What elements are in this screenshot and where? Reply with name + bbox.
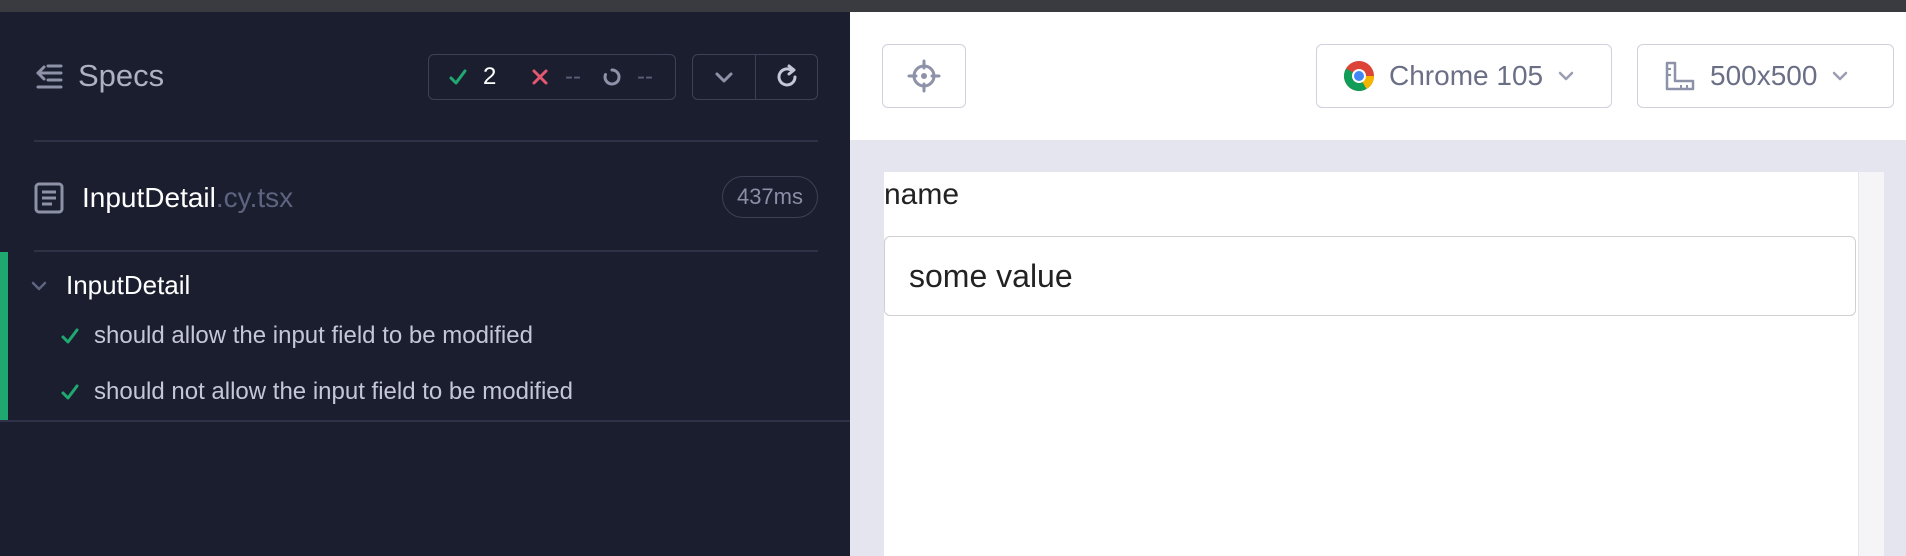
specs-label: Specs [78, 58, 165, 93]
suite-status-bar [0, 252, 8, 420]
app-preview-panel: Chrome 105 500x500 name [850, 12, 1906, 556]
reporter-panel: Specs 2 -- -- InputDetail.cy.tsx 437ms I… [0, 12, 850, 556]
specs-button[interactable]: Specs [34, 56, 164, 96]
chevron-down-icon [1558, 71, 1574, 81]
refresh-icon [777, 64, 796, 87]
chevron-down-icon [31, 281, 47, 290]
pending-icon [601, 66, 623, 88]
viewport-dropdown[interactable]: 500x500 [1637, 44, 1894, 108]
run-controls [692, 54, 818, 100]
chrome-icon [1343, 61, 1374, 92]
crosshair-icon [907, 59, 941, 93]
name-input[interactable] [884, 236, 1856, 316]
collapse-all-button[interactable] [693, 55, 755, 99]
chevron-down-icon [1833, 71, 1848, 81]
suite-title: InputDetail [66, 270, 191, 300]
failed-value: -- [565, 63, 581, 90]
app-under-test-frame: name [884, 172, 1884, 556]
passed-count: 2 [447, 63, 529, 91]
window-top-strip [0, 0, 1906, 12]
spec-file-ext: .cy.tsx [215, 182, 294, 213]
divider [34, 140, 818, 142]
test-label: should allow the input field to be modif… [94, 322, 533, 349]
pending-count: -- [601, 63, 653, 91]
check-icon [61, 328, 79, 344]
check-icon [61, 384, 79, 400]
test-row[interactable]: should not allow the input field to be m… [60, 378, 573, 406]
file-icon [34, 182, 64, 214]
spec-file-name: InputDetail.cy.tsx [82, 182, 293, 214]
rerun-button[interactable] [755, 55, 817, 99]
passed-value: 2 [483, 63, 497, 90]
spec-file-base: InputDetail [82, 182, 216, 213]
spec-file-row[interactable]: InputDetail.cy.tsx 437ms [34, 172, 818, 222]
chevron-down-icon [715, 72, 733, 83]
duration-badge: 437ms [721, 176, 818, 218]
failed-count: -- [529, 63, 601, 91]
frame-scrollbar[interactable] [1858, 172, 1884, 556]
viewport-label: 500x500 [1710, 60, 1818, 91]
test-stats: 2 -- -- [428, 54, 676, 100]
browser-label: Chrome 105 [1389, 60, 1544, 91]
divider [0, 420, 850, 422]
pending-value: -- [637, 63, 653, 90]
check-icon [447, 66, 469, 88]
field-label: name [884, 178, 960, 211]
ruler-icon [1665, 61, 1695, 91]
test-label: should not allow the input field to be m… [94, 378, 573, 405]
specs-list-icon [36, 64, 63, 89]
browser-dropdown[interactable]: Chrome 105 [1316, 44, 1612, 108]
test-suite: InputDetail should allow the input field… [0, 252, 850, 422]
test-row[interactable]: should allow the input field to be modif… [60, 322, 533, 350]
suite-title-row[interactable]: InputDetail [30, 270, 190, 301]
app-header: Chrome 105 500x500 [850, 12, 1906, 140]
selector-playground-button[interactable] [882, 44, 966, 108]
reporter-header: Specs 2 -- -- [0, 12, 850, 140]
x-icon [529, 66, 551, 88]
